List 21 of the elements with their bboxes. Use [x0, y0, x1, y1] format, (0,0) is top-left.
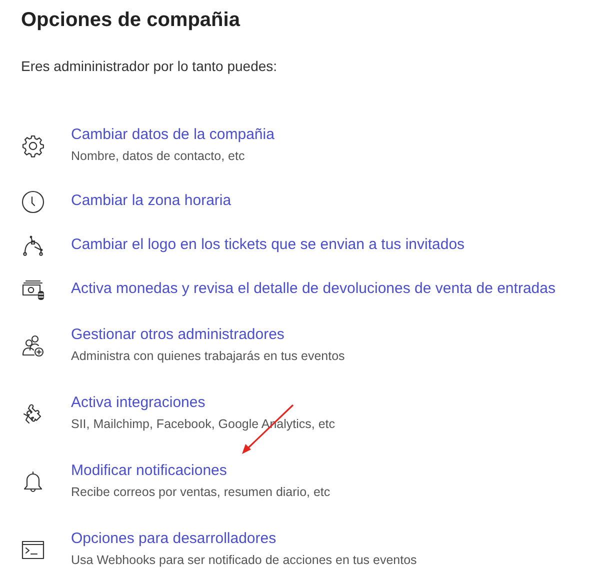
- option-description: Nombre, datos de contacto, etc: [71, 149, 246, 164]
- option-link[interactable]: Activa integraciones: [71, 394, 336, 412]
- option-description: Usa Webhooks para ser notificado de acciones en tus eventos: [71, 553, 417, 568]
- bezier-curve-icon: [21, 234, 45, 258]
- clock-icon: [21, 190, 45, 214]
- banknote-icon: [21, 278, 45, 302]
- option-link[interactable]: Activa monedas y revisa el detalle de devoluciones de venta de entradas: [71, 280, 556, 298]
- option-link[interactable]: Opciones para desarrolladores: [71, 530, 417, 548]
- option-link[interactable]: Cambiar el logo en los tickets que se envian a tus invitados: [71, 236, 465, 254]
- option-link[interactable]: Cambiar la zona horaria: [71, 192, 232, 210]
- option-link[interactable]: Modificar notificaciones: [71, 462, 330, 480]
- intro-text: Eres admininistrador por lo tanto puedes:: [21, 57, 278, 75]
- option-description: Administra con quienes trabajarás en tus eventos: [71, 349, 345, 364]
- users-add-icon: [21, 334, 45, 358]
- gear-icon: [21, 134, 45, 158]
- page-title: Opciones de compañia: [21, 8, 242, 33]
- terminal-icon: [21, 538, 45, 562]
- option-link[interactable]: Gestionar otros administradores: [71, 326, 345, 344]
- option-link[interactable]: Cambiar datos de la compañia: [71, 126, 274, 144]
- option-description: Recibe correos por ventas, resumen diario, etc: [71, 485, 330, 500]
- bell-icon: [21, 470, 45, 494]
